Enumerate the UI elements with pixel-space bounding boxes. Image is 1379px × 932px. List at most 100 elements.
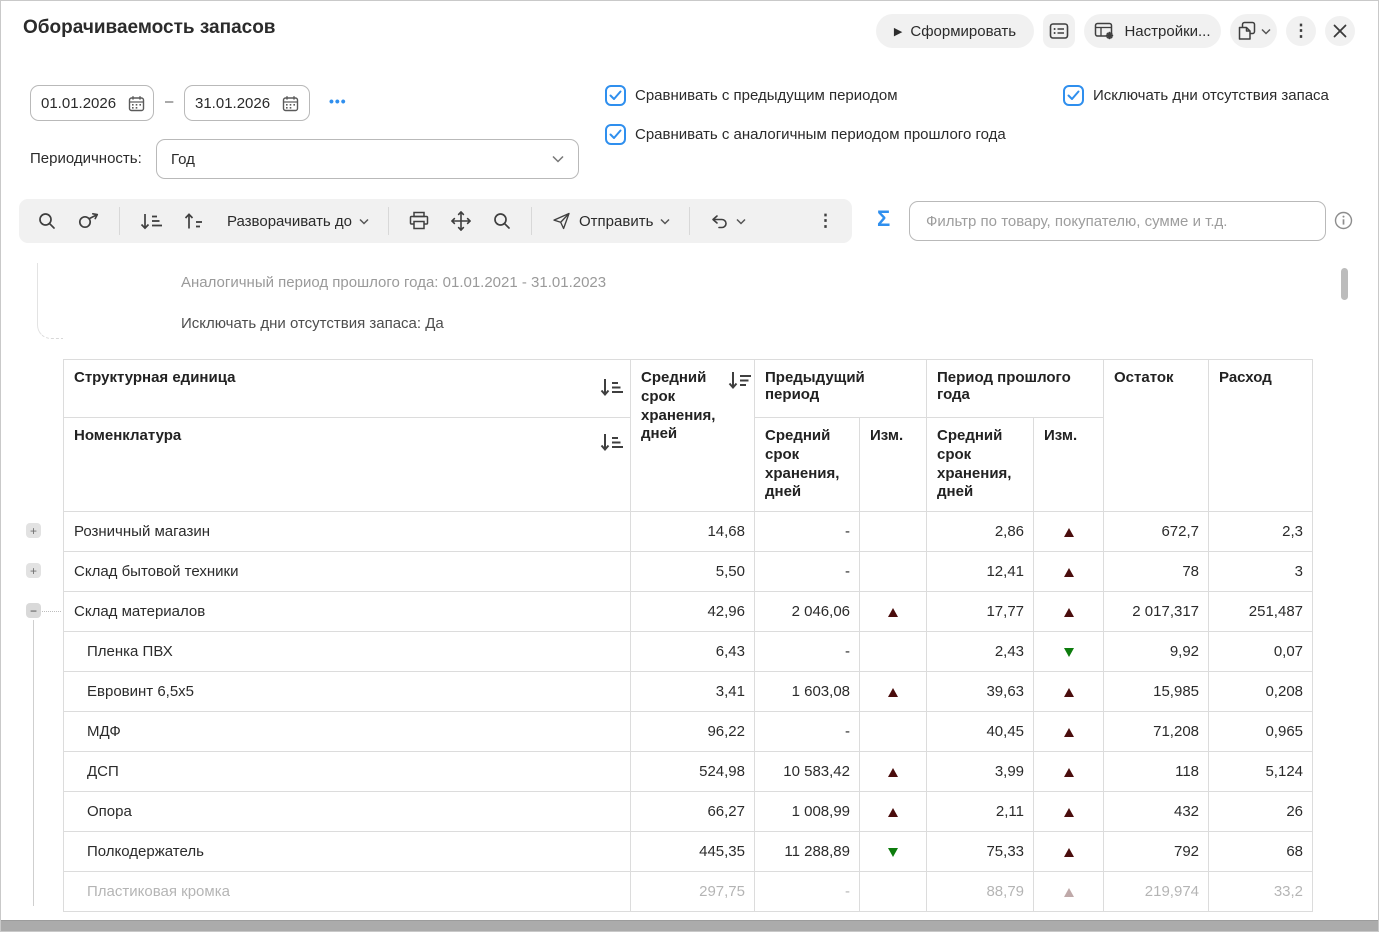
value-cell[interactable]: 2,86 [927,512,1034,552]
trend-cell[interactable] [1034,592,1104,632]
table-row[interactable]: Евровинт 6,5х53,411 603,0839,6315,9850,2… [64,672,1313,712]
toolbar-more-button[interactable]: ⋮ [811,206,840,236]
header-ly-change[interactable]: Изм. [1034,418,1104,512]
value-cell[interactable]: 297,75 [631,872,755,912]
settings-button[interactable]: Настройки... [1084,14,1221,48]
trend-cell[interactable] [1034,512,1104,552]
row-name-cell[interactable]: ДСП [64,752,631,792]
trend-cell[interactable] [860,632,927,672]
value-cell[interactable]: 42,96 [631,592,755,632]
row-name-cell[interactable]: Полкодержатель [64,832,631,872]
value-cell[interactable]: 15,985 [1104,672,1209,712]
table-row[interactable]: Розничный магазин14,68-2,86672,72,3 [64,512,1313,552]
compare-last-year-checkbox[interactable]: Сравнивать с аналогичным периодом прошло… [605,124,1006,145]
table-row[interactable]: Пленка ПВХ6,43-2,439,920,07 [64,632,1313,672]
value-cell[interactable]: 118 [1104,752,1209,792]
value-cell[interactable]: 12,41 [927,552,1034,592]
expand-to-button[interactable]: Разворачивать до [221,208,375,235]
table-row[interactable]: Склад материалов42,962 046,0617,772 017,… [64,592,1313,632]
trend-cell[interactable] [860,512,927,552]
header-prev-change[interactable]: Изм. [860,418,927,512]
trend-cell[interactable] [860,752,927,792]
value-cell[interactable]: 445,35 [631,832,755,872]
collapse-all-button[interactable] [177,207,213,236]
value-cell[interactable]: 75,33 [927,832,1034,872]
expand-all-button[interactable] [133,207,169,236]
table-row[interactable]: Склад бытовой техники5,50-12,41783 [64,552,1313,592]
sort-asc-icon[interactable] [598,432,624,453]
sort-asc-icon[interactable] [598,377,624,398]
trend-cell[interactable] [1034,632,1104,672]
trend-cell[interactable] [860,712,927,752]
filter-info-button[interactable] [1334,211,1353,230]
row-name-cell[interactable]: Опора [64,792,631,832]
row-name-cell[interactable]: Пластиковая кромка [64,872,631,912]
undo-button[interactable] [703,208,752,235]
value-cell[interactable]: 0,965 [1209,712,1313,752]
expand-row-button[interactable]: + [26,563,41,578]
header-avg-storage-days[interactable]: Средний срок хранения, дней [631,360,755,512]
trend-cell[interactable] [860,592,927,632]
collapse-row-button[interactable]: − [26,603,41,618]
value-cell[interactable]: 10 583,42 [755,752,860,792]
value-cell[interactable]: 33,2 [1209,872,1313,912]
pan-view-button[interactable] [444,205,478,237]
value-cell[interactable]: 96,22 [631,712,755,752]
value-cell[interactable]: - [755,872,860,912]
value-cell[interactable]: 5,124 [1209,752,1313,792]
value-cell[interactable]: 3,41 [631,672,755,712]
calendar-icon[interactable] [282,95,299,112]
trend-cell[interactable] [860,672,927,712]
table-row[interactable]: ДСП524,9810 583,42 3,99 1185,124 [64,752,1313,792]
value-cell[interactable]: 14,68 [631,512,755,552]
value-cell[interactable]: 3 [1209,552,1313,592]
close-button[interactable] [1325,16,1355,46]
header-last-year-period[interactable]: Период прошлого года [927,360,1104,418]
value-cell[interactable]: 68 [1209,832,1313,872]
sum-totals-button[interactable]: Σ [871,205,896,233]
value-cell[interactable]: 5,50 [631,552,755,592]
trend-cell[interactable] [1034,672,1104,712]
value-cell[interactable]: 3,99 [927,752,1034,792]
value-cell[interactable]: - [755,512,860,552]
value-cell[interactable]: 6,43 [631,632,755,672]
value-cell[interactable]: 219,974 [1104,872,1209,912]
value-cell[interactable]: 2,11 [927,792,1034,832]
horizontal-scrollbar[interactable] [1,920,1379,932]
row-name-cell[interactable]: МДФ [64,712,631,752]
table-row[interactable]: Полкодержатель445,3511 288,89 75,33 79268 [64,832,1313,872]
value-cell[interactable]: 78 [1104,552,1209,592]
header-structural-unit[interactable]: Структурная единица [64,360,631,418]
table-row[interactable]: Опора66,271 008,992,1143226 [64,792,1313,832]
value-cell[interactable]: 17,77 [927,592,1034,632]
value-cell[interactable]: 251,487 [1209,592,1313,632]
trend-cell[interactable] [1034,792,1104,832]
header-expense[interactable]: Расход [1209,360,1313,512]
value-cell[interactable]: 11 288,89 [755,832,860,872]
value-cell[interactable]: - [755,632,860,672]
value-cell[interactable]: 88,79 [927,872,1034,912]
trend-cell[interactable] [1034,832,1104,872]
trend-cell[interactable] [860,552,927,592]
value-cell[interactable]: 40,45 [927,712,1034,752]
sort-desc-icon[interactable] [726,370,752,391]
quick-filter-field[interactable] [909,201,1326,241]
compare-prev-period-checkbox[interactable]: Сравнивать с предыдущим периодом [605,85,898,106]
date-to-field[interactable] [184,85,310,121]
header-prev-avg-storage[interactable]: Средний срок хранения, дней [755,418,860,512]
report-variants-button[interactable] [1230,14,1277,48]
value-cell[interactable]: 524,98 [631,752,755,792]
search-next-button[interactable] [71,206,106,236]
table-row[interactable]: Пластиковая кромка297,75- 88,79 219,97433,… [64,872,1313,912]
value-cell[interactable]: 792 [1104,832,1209,872]
date-from-input[interactable] [41,95,121,112]
table-row[interactable]: МДФ96,22-40,4571,2080,965 [64,712,1313,752]
trend-cell[interactable] [1034,752,1104,792]
header-previous-period[interactable]: Предыдущий период [755,360,927,418]
calendar-icon[interactable] [128,95,145,112]
value-cell[interactable]: - [755,712,860,752]
print-button[interactable] [402,206,436,236]
value-cell[interactable]: 0,208 [1209,672,1313,712]
search-button[interactable] [31,206,63,236]
quick-filter-input[interactable] [924,212,1311,231]
